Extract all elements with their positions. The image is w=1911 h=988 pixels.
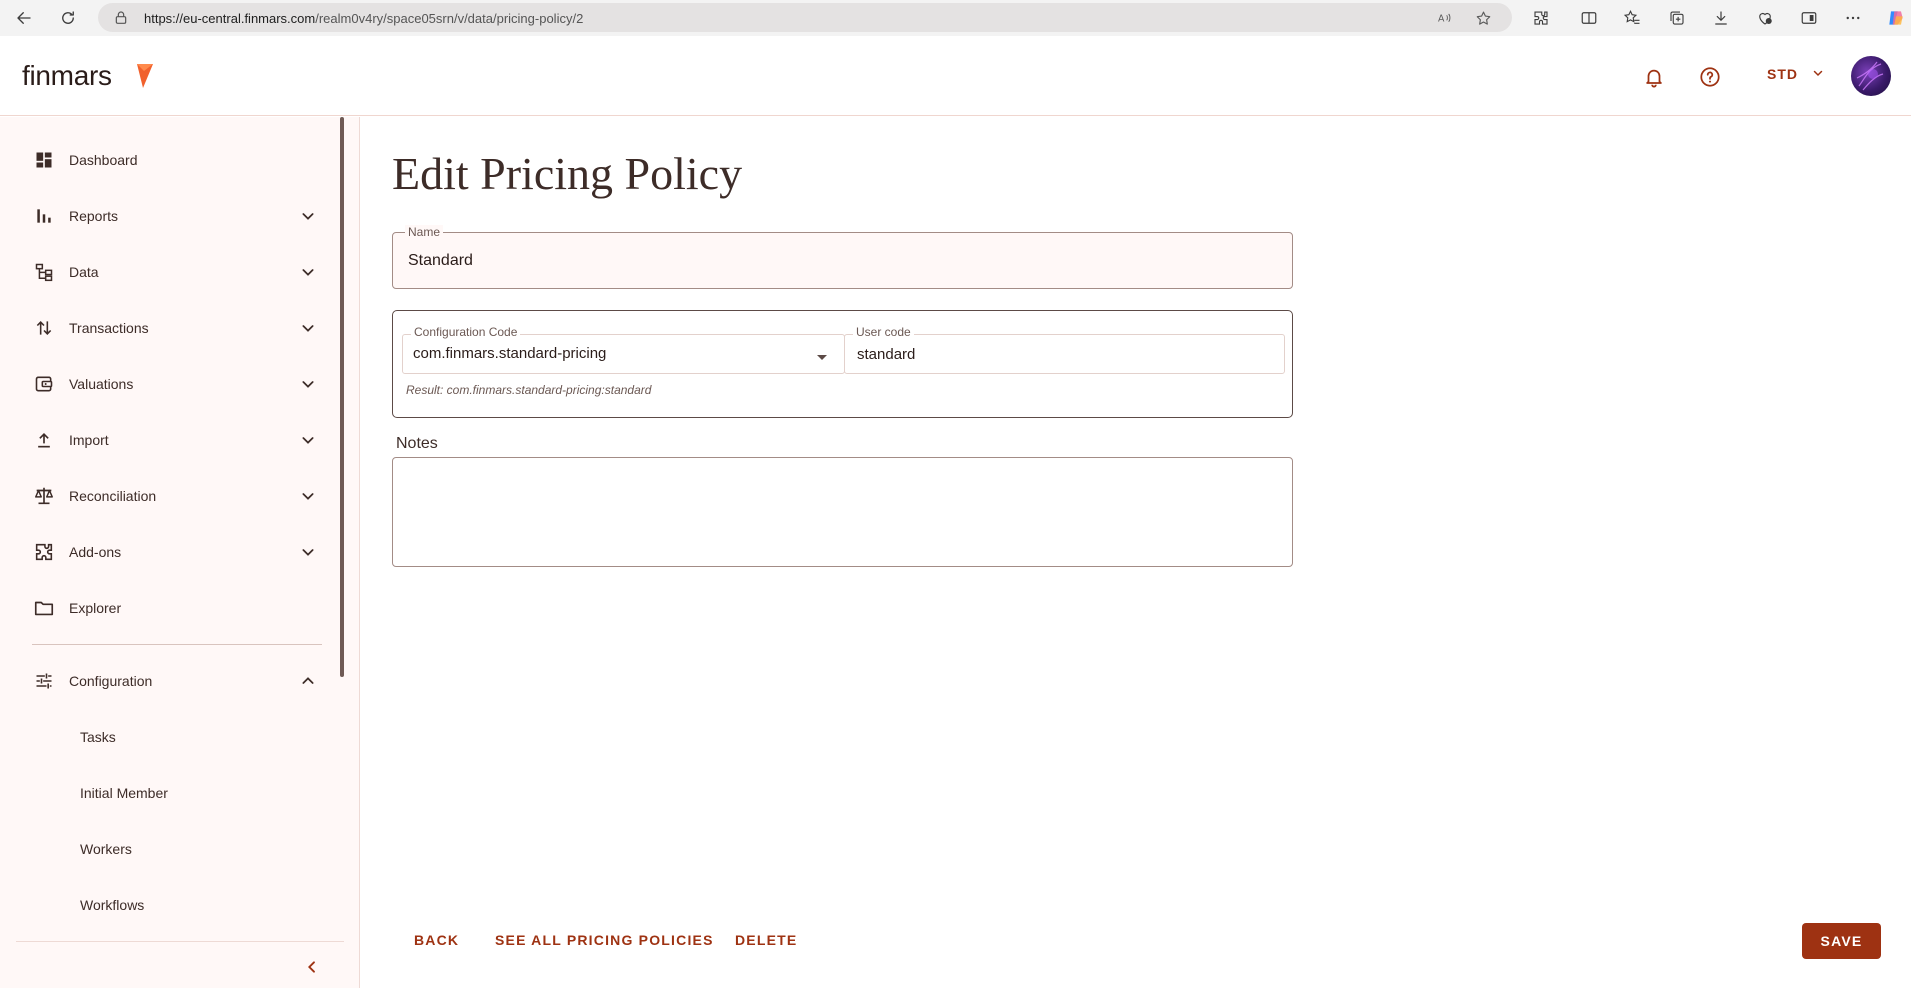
sidebar-item-label: Explorer — [69, 600, 122, 616]
finmars-logo-text[interactable]: finmars — [22, 60, 112, 92]
sidebar-item-label: Valuations — [69, 376, 134, 392]
name-field[interactable]: Standard — [392, 232, 1293, 289]
chevron-down-icon[interactable] — [296, 260, 320, 284]
workspace-label: STD — [1767, 66, 1798, 82]
sidebar-item-label: Transactions — [69, 320, 149, 336]
tree-data-icon — [32, 260, 56, 284]
user-code-label: User code — [853, 325, 914, 339]
bar-chart-icon — [32, 204, 56, 228]
copilot-icon[interactable] — [1884, 6, 1908, 30]
chevron-down-icon[interactable] — [296, 484, 320, 508]
name-field-value: Standard — [408, 252, 473, 269]
url-host: https://eu-central.finmars.com — [144, 11, 316, 26]
favorite-star-icon[interactable] — [1473, 8, 1493, 28]
chevron-down-icon[interactable] — [296, 372, 320, 396]
tune-icon — [32, 669, 56, 693]
upload-icon — [32, 428, 56, 452]
collapse-sidebar-chevron-left-icon[interactable] — [300, 955, 324, 979]
extensions-icon[interactable] — [1529, 6, 1553, 30]
address-bar[interactable]: https://eu-central.finmars.com/realm0v4r… — [98, 3, 1512, 32]
dashboard-icon — [32, 148, 56, 172]
delete-button[interactable]: DELETE — [735, 932, 797, 948]
chevron-up-icon[interactable] — [296, 669, 320, 693]
sidebar: Dashboard Reports Data Transactions Valu… — [0, 117, 360, 988]
more-menu-icon[interactable] — [1841, 6, 1865, 30]
sidebar-item-label: Reconciliation — [69, 488, 157, 504]
browser-toolbar: https://eu-central.finmars.com/realm0v4r… — [0, 0, 1911, 36]
see-all-pricing-policies-button[interactable]: SEE ALL PRICING POLICIES — [495, 932, 714, 948]
dropdown-arrow-icon[interactable] — [816, 349, 828, 367]
user-code-result: Result: com.finmars.standard-pricing:sta… — [406, 383, 652, 397]
user-code-value: standard — [857, 346, 916, 363]
sidebar-item-label: Import — [69, 432, 109, 448]
configuration-code-select[interactable]: com.finmars.standard-pricing — [402, 334, 845, 374]
sidebar-divider — [32, 644, 322, 645]
downloads-icon[interactable] — [1709, 6, 1733, 30]
back-arrow-icon[interactable] — [12, 6, 36, 30]
sidebar-subitem-workflows[interactable]: Workflows — [80, 893, 144, 917]
help-circle-icon[interactable] — [1697, 64, 1723, 90]
sidebar-item-reconciliation[interactable]: Reconciliation — [32, 476, 328, 516]
split-screen-icon[interactable] — [1577, 6, 1601, 30]
avatar[interactable] — [1851, 56, 1891, 96]
finmars-logo-mark-icon — [135, 62, 155, 93]
chevron-down-icon[interactable] — [296, 540, 320, 564]
sidebar-panel-icon[interactable] — [1797, 6, 1821, 30]
chevron-down-icon[interactable] — [296, 316, 320, 340]
folder-icon — [32, 596, 56, 620]
puzzle-icon — [32, 540, 56, 564]
sidebar-item-label: Dashboard — [69, 152, 138, 168]
wallet-icon — [32, 372, 56, 396]
sidebar-item-data[interactable]: Data — [32, 252, 328, 292]
save-button[interactable]: SAVE — [1802, 923, 1881, 959]
sidebar-item-label: Configuration — [69, 673, 153, 689]
user-code-group: com.finmars.standard-pricing Configurati… — [392, 310, 1293, 418]
url-path: /realm0v4ry/space05srn/v/data/pricing-po… — [315, 11, 584, 26]
refresh-icon[interactable] — [56, 6, 80, 30]
configuration-code-value: com.finmars.standard-pricing — [413, 345, 607, 362]
sidebar-item-reports[interactable]: Reports — [32, 196, 328, 236]
sidebar-item-import[interactable]: Import — [32, 420, 328, 460]
back-button[interactable]: BACK — [414, 932, 459, 948]
url-text: https://eu-central.finmars.com/realm0v4r… — [144, 11, 583, 26]
notes-label: Notes — [396, 435, 438, 452]
bell-icon[interactable] — [1641, 64, 1667, 90]
sidebar-item-label: Add-ons — [69, 544, 122, 560]
sidebar-item-label: Data — [69, 264, 99, 280]
sidebar-item-valuations[interactable]: Valuations — [32, 364, 328, 404]
workspace-selector[interactable]: STD — [1767, 66, 1824, 82]
sidebar-item-dashboard[interactable]: Dashboard — [32, 140, 328, 180]
sidebar-subitem-workers[interactable]: Workers — [80, 837, 132, 861]
sidebar-subitem-tasks[interactable]: Tasks — [80, 725, 116, 749]
sidebar-scrollbar[interactable] — [340, 117, 344, 677]
page-title: Edit Pricing Policy — [392, 148, 743, 199]
chevron-down-icon[interactable] — [296, 428, 320, 452]
chevron-down-icon[interactable] — [296, 204, 320, 228]
svg-text:A: A — [1438, 13, 1445, 24]
configuration-code-label: Configuration Code — [411, 325, 521, 339]
sidebar-footer-divider — [16, 941, 344, 942]
sidebar-item-explorer[interactable]: Explorer — [32, 588, 328, 628]
app-header: finmars STD — [0, 36, 1911, 116]
notes-textarea[interactable] — [392, 457, 1293, 567]
sidebar-item-add-ons[interactable]: Add-ons — [32, 532, 328, 572]
browser-essentials-icon[interactable] — [1753, 6, 1777, 30]
sidebar-subitem-initial-member[interactable]: Initial Member — [80, 781, 168, 805]
site-info-icon[interactable] — [113, 10, 129, 31]
name-field-label: Name — [405, 225, 444, 239]
favorites-icon[interactable] — [1620, 6, 1644, 30]
read-aloud-icon[interactable]: A — [1434, 8, 1454, 28]
collections-icon[interactable] — [1665, 6, 1689, 30]
sidebar-item-configuration[interactable]: Configuration — [32, 661, 328, 701]
sidebar-item-label: Reports — [69, 208, 119, 224]
scale-icon — [32, 484, 56, 508]
chevron-down-icon — [1812, 66, 1824, 82]
swap-vertical-icon — [32, 316, 56, 340]
sidebar-item-transactions[interactable]: Transactions — [32, 308, 328, 348]
user-code-input[interactable]: standard — [844, 334, 1285, 374]
